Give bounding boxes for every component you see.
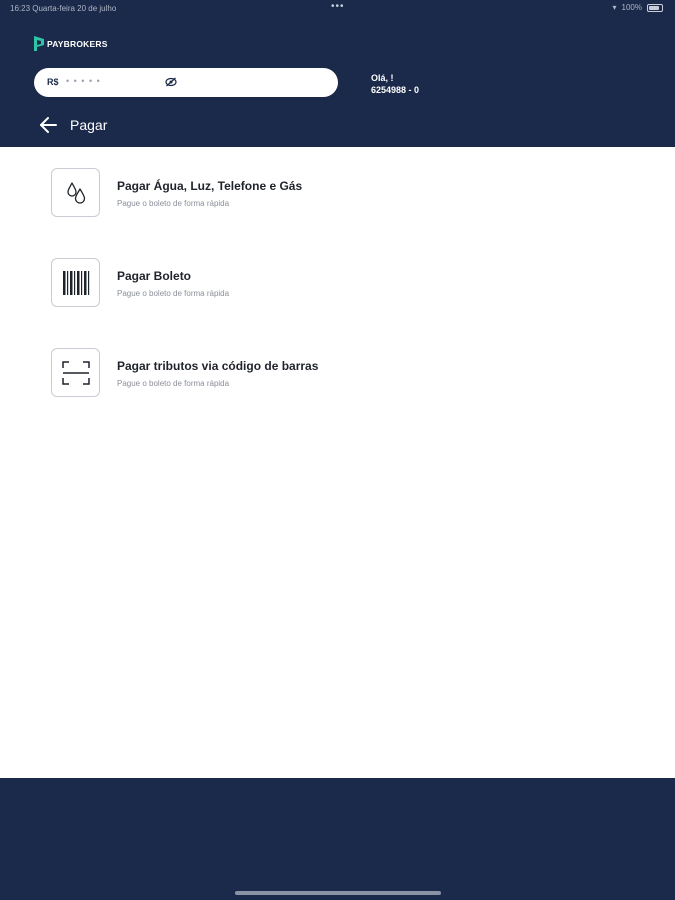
balance-currency: R$ — [47, 77, 59, 87]
brand-logo: PAYBROKERS — [34, 36, 108, 51]
option-title: Pagar Água, Luz, Telefone e Gás — [117, 179, 303, 193]
user-info: Olá, ! 6254988 - 0 — [371, 72, 419, 96]
water-drops-icon — [66, 181, 85, 204]
option-pay-utilities[interactable]: Pagar Água, Luz, Telefone e Gás Pague o … — [51, 168, 611, 220]
option-icon-box — [51, 258, 100, 307]
footer-bar — [0, 778, 675, 900]
header: 16:23 Quarta-feira 20 de julho ••• ▾ 100… — [0, 0, 675, 147]
page-title: Pagar — [70, 117, 108, 133]
eye-icon[interactable] — [165, 77, 177, 87]
option-subtitle: Pague o boleto de forma rápida — [117, 379, 230, 388]
nav-row: Pagar — [38, 115, 107, 135]
status-bar: 16:23 Quarta-feira 20 de julho ••• ▾ 100… — [0, 0, 675, 16]
status-right: ▾ 100% — [613, 3, 663, 12]
scan-frame-icon — [61, 360, 90, 385]
option-title: Pagar Boleto — [117, 269, 192, 283]
multitask-dots[interactable]: ••• — [331, 1, 345, 12]
app-screen: 16:23 Quarta-feira 20 de julho ••• ▾ 100… — [0, 0, 675, 900]
option-icon-box — [51, 348, 100, 397]
balance-hidden-value: • • • • • — [66, 76, 101, 86]
user-greeting: Olá, ! — [371, 73, 394, 83]
battery-level: 100% — [621, 3, 642, 12]
barcode-icon — [62, 270, 89, 295]
status-time-date: 16:23 Quarta-feira 20 de julho — [10, 4, 117, 13]
user-account-number: 6254988 - 0 — [371, 85, 420, 95]
balance-field: R$ • • • • • — [34, 68, 338, 97]
option-subtitle: Pague o boleto de forma rápida — [117, 199, 230, 208]
battery-icon — [647, 3, 663, 12]
paybrokers-logo-icon — [34, 36, 44, 51]
option-subtitle: Pague o boleto de forma rápida — [117, 289, 230, 298]
option-icon-box — [51, 168, 100, 217]
option-pay-boleto[interactable]: Pagar Boleto Pague o boleto de forma ráp… — [51, 258, 611, 310]
brand-name: PAYBROKERS — [47, 38, 108, 49]
home-indicator[interactable] — [235, 891, 441, 895]
arrow-left-icon[interactable] — [38, 115, 58, 135]
wifi-icon: ▾ — [612, 3, 617, 12]
option-title: Pagar tributos via código de barras — [117, 359, 319, 373]
option-pay-taxes-barcode[interactable]: Pagar tributos via código de barras Pagu… — [51, 348, 611, 400]
